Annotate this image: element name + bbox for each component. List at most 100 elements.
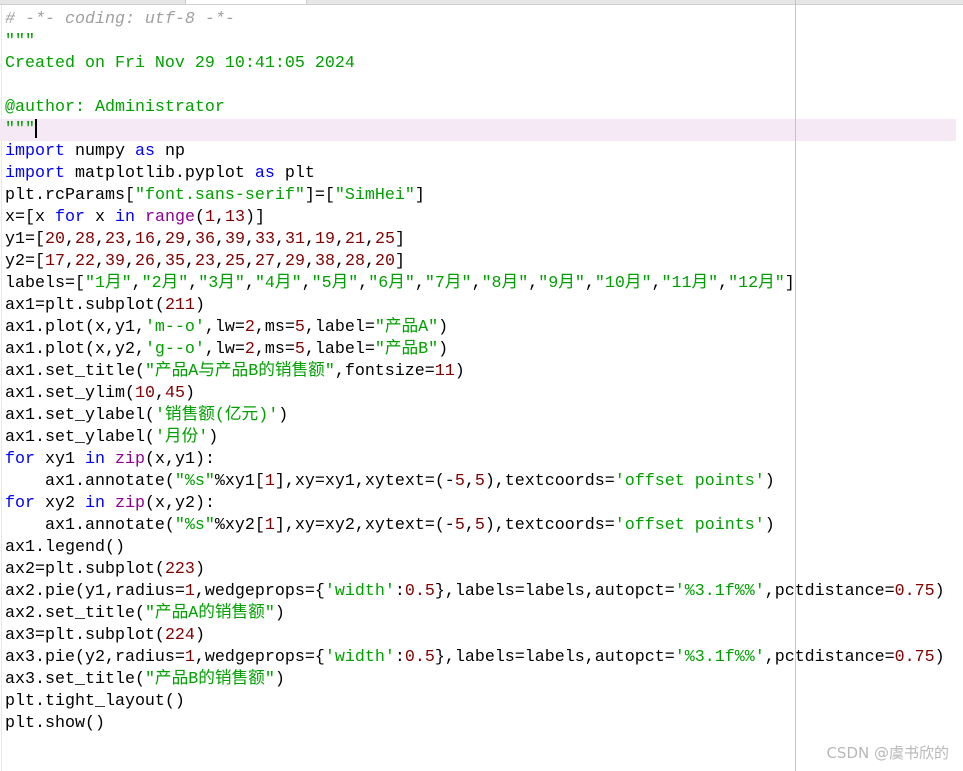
- code-line[interactable]: ax1.annotate("%s"%xy1[1],xy=xy1,xytext=(…: [5, 471, 956, 493]
- number-token: 38: [314, 252, 335, 271]
- number-token: 2: [244, 318, 255, 337]
- code-token: (: [194, 208, 205, 227]
- string-token: "1月": [84, 274, 132, 293]
- code-token: ,: [154, 230, 165, 249]
- code-token: ],xy=xy2,xytext=(-: [274, 516, 455, 535]
- code-token: (x,y1):: [144, 450, 215, 469]
- number-token: 21: [344, 230, 365, 249]
- code-token: matplotlib.pyplot: [64, 164, 255, 183]
- code-line[interactable]: for xy2 in zip(x,y2):: [5, 493, 956, 515]
- code-line[interactable]: # -*- coding: utf-8 -*-: [5, 9, 956, 31]
- code-token: plt.show(): [5, 714, 105, 733]
- code-line[interactable]: ax1.legend(): [5, 537, 956, 559]
- code-line[interactable]: plt.rcParams["font.sans-serif"]=["SimHei…: [5, 185, 956, 207]
- code-token: ): [208, 428, 219, 447]
- code-line[interactable]: plt.show(): [5, 713, 956, 735]
- keyword-token: as: [254, 164, 275, 183]
- code-line[interactable]: ax2.set_title("产品A的销售额"): [5, 603, 956, 625]
- number-token: 13: [224, 208, 245, 227]
- code-token: %xy1[: [214, 472, 265, 491]
- code-token: ,: [528, 274, 539, 293]
- code-token: ,: [334, 252, 345, 271]
- code-line[interactable]: ax2=plt.subplot(223): [5, 559, 956, 581]
- code-token: ]=[: [304, 186, 335, 205]
- number-token: 2: [244, 340, 255, 359]
- active-tab[interactable]: [185, 0, 307, 4]
- number-token: 25: [374, 230, 395, 249]
- code-line[interactable]: y1=[20,28,23,16,29,36,39,33,31,19,21,25]: [5, 229, 956, 251]
- string-token: Created on Fri Nov 29 10:41:05 2024: [5, 54, 355, 73]
- string-token: "产品B": [374, 340, 439, 359]
- string-token: "2月": [141, 274, 189, 293]
- number-token: 36: [194, 230, 215, 249]
- current-code-line[interactable]: """: [0, 119, 956, 141]
- string-token: "font.sans-serif": [134, 186, 305, 205]
- code-token: ,: [244, 274, 255, 293]
- code-line[interactable]: """: [5, 31, 956, 53]
- code-token: ,lw=: [204, 318, 245, 337]
- code-line[interactable]: ax1.set_ylabel('销售额(亿元)'): [5, 405, 956, 427]
- string-token: "6月": [368, 274, 415, 293]
- code-line[interactable]: Created on Fri Nov 29 10:41:05 2024: [5, 53, 956, 75]
- string-token: "10月": [594, 274, 652, 293]
- string-token: "产品A与产品B的销售额": [144, 362, 335, 381]
- code-token: ax1=plt.subplot(: [5, 296, 165, 315]
- string-token: "8月": [481, 274, 529, 293]
- code-token: ,: [718, 274, 729, 293]
- string-token: "5月": [311, 274, 359, 293]
- code-token: ,: [464, 472, 475, 491]
- string-token: 'offset points': [614, 516, 765, 535]
- string-token: "%s": [174, 472, 215, 491]
- code-token: plt.rcParams[: [5, 186, 135, 205]
- code-line[interactable]: import numpy as np: [5, 141, 956, 163]
- code-line[interactable]: ax2.pie(y1,radius=1,wedgeprops={'width':…: [5, 581, 956, 603]
- code-line[interactable]: plt.tight_layout(): [5, 691, 956, 713]
- number-token: 23: [194, 252, 215, 271]
- code-line[interactable]: import matplotlib.pyplot as plt: [5, 163, 956, 185]
- code-token: ,: [154, 252, 165, 271]
- keyword-token: in: [114, 208, 135, 227]
- code-token: ax2.set_title(: [5, 604, 145, 623]
- number-token: 23: [104, 230, 125, 249]
- code-line[interactable]: ax1.set_title("产品A与产品B的销售额",fontsize=11): [5, 361, 956, 383]
- code-token: ,: [124, 252, 135, 271]
- code-line[interactable]: ax1.plot(x,y2,'g--o',lw=2,ms=5,label="产品…: [5, 339, 956, 361]
- code-token: ,: [364, 252, 375, 271]
- code-token: ,ms=: [254, 318, 295, 337]
- number-token: 5: [454, 472, 465, 491]
- code-line[interactable]: ax3.pie(y2,radius=1,wedgeprops={'width':…: [5, 647, 956, 669]
- code-token: ): [764, 516, 775, 535]
- code-line[interactable]: [5, 75, 956, 97]
- code-line[interactable]: ax1.annotate("%s"%xy2[1],xy=xy2,xytext=(…: [5, 515, 956, 537]
- code-token: ]: [394, 252, 405, 271]
- code-token: ,pctdistance=: [764, 648, 895, 667]
- code-token: ax3=plt.subplot(: [5, 626, 165, 645]
- code-line[interactable]: ax1.set_ylabel('月份'): [5, 427, 956, 449]
- code-line[interactable]: x=[x for x in range(1,13)]: [5, 207, 956, 229]
- code-token: ): [184, 384, 195, 403]
- code-line[interactable]: labels=["1月","2月","3月","4月","5月","6月","7…: [5, 273, 956, 295]
- code-token: ax2=plt.subplot(: [5, 560, 165, 579]
- code-token: ,label=: [304, 340, 375, 359]
- code-line[interactable]: y2=[17,22,39,26,35,23,25,27,29,38,28,20]: [5, 251, 956, 273]
- code-token: :: [394, 582, 405, 601]
- code-line[interactable]: ax1.set_ylim(10,45): [5, 383, 956, 405]
- code-lines[interactable]: # -*- coding: utf-8 -*- """ Created on Fri…: [0, 9, 956, 735]
- number-token: 211: [164, 296, 195, 315]
- number-token: 17: [44, 252, 65, 271]
- code-token: ,wedgeprops={: [194, 582, 325, 601]
- code-line[interactable]: ax3.set_title("产品B的销售额"): [5, 669, 956, 691]
- code-token: ,: [184, 252, 195, 271]
- keyword-token: in: [84, 494, 105, 513]
- code-line[interactable]: ax1.plot(x,y1,'m--o',lw=2,ms=5,label="产品…: [5, 317, 956, 339]
- code-line[interactable]: ax3=plt.subplot(224): [5, 625, 956, 647]
- number-token: 25: [224, 252, 245, 271]
- string-token: "产品A的销售额": [144, 604, 275, 623]
- code-line[interactable]: @author: Administrator: [5, 97, 956, 119]
- code-line[interactable]: for xy1 in zip(x,y1):: [5, 449, 956, 471]
- code-token: ax1.annotate(: [5, 516, 175, 535]
- code-line[interactable]: ax1=plt.subplot(211): [5, 295, 956, 317]
- code-token: },labels=labels,autopct=: [434, 582, 675, 601]
- string-token: '%3.1f%%': [674, 582, 765, 601]
